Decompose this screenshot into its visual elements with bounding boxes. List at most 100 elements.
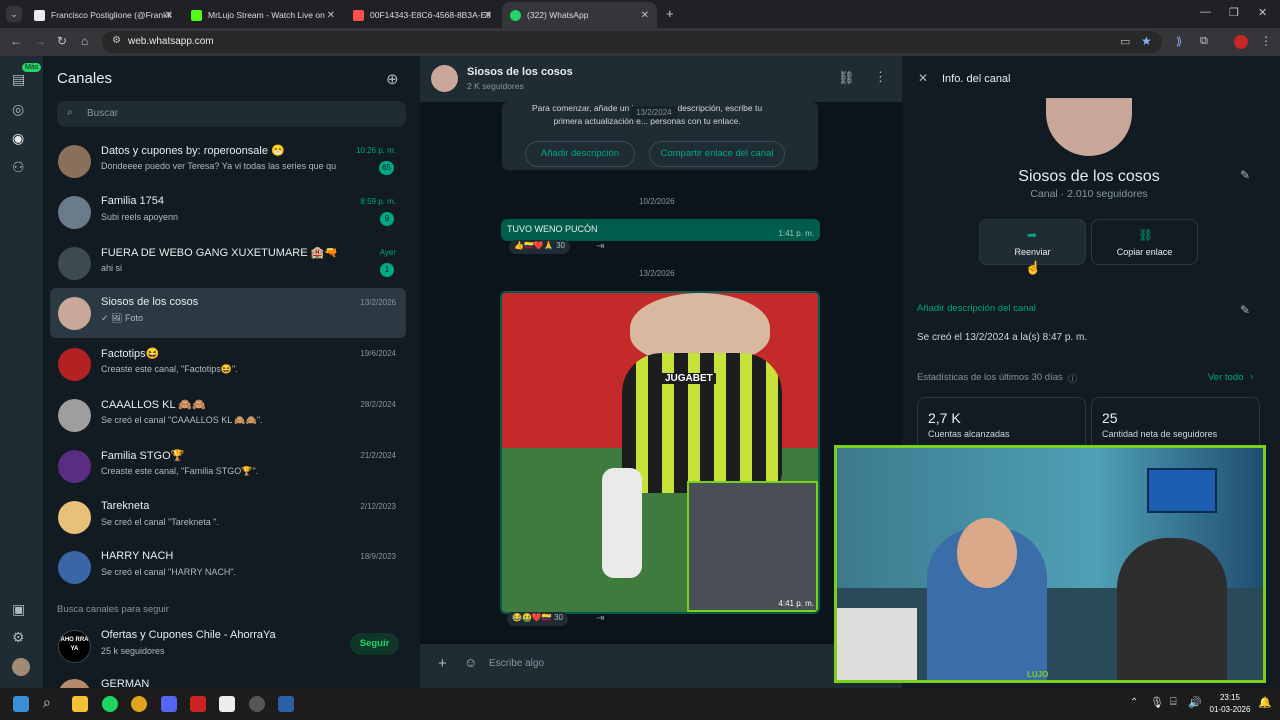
follow-button[interactable]: Seguir — [350, 633, 399, 655]
add-description-link[interactable]: Añadir descripción del canal — [917, 303, 1036, 314]
share-link-button[interactable]: Compartir enlace del canal — [649, 141, 785, 167]
volume-icon[interactable]: 🔊 — [1188, 696, 1202, 709]
home-icon[interactable]: ⌂ — [81, 34, 88, 48]
minimize-button[interactable]: — — [1200, 6, 1211, 18]
photo-message[interactable]: JUGABET 4:41 p. m. — [500, 291, 820, 614]
profile-avatar[interactable] — [1234, 35, 1248, 49]
network-icon[interactable]: ⌸ — [1170, 696, 1177, 709]
channel-row[interactable]: Datos y cupones by: roperoonsale 😁 Dondee… — [50, 136, 406, 186]
close-icon[interactable]: ✕ — [484, 10, 492, 21]
info-icon[interactable]: ⓘ — [1068, 372, 1077, 385]
channel-row[interactable]: Familia STGO🏆 Creaste este canal, "Famili… — [50, 441, 406, 491]
forward-icon[interactable]: → — [34, 34, 46, 48]
app-icon[interactable] — [278, 696, 294, 712]
forward-icon[interactable]: ⇥ — [596, 241, 604, 252]
channel-name: FUERA DE WEBO GANG XUXETUMARE 🏨🔫 — [101, 246, 339, 259]
site-info-icon[interactable]: ⚙ — [112, 35, 121, 46]
menu-icon[interactable]: ⋮ — [874, 69, 887, 85]
edit-name-icon[interactable]: ✎ — [1240, 168, 1250, 182]
communities-icon[interactable]: ⚇ — [12, 159, 25, 176]
chevron-up-icon[interactable]: ⌃ — [1130, 697, 1138, 708]
close-icon[interactable]: ✕ — [918, 71, 928, 85]
cast-icon[interactable]: ▭ — [1120, 35, 1130, 48]
channel-row[interactable]: Siosos de los cosos ✓ 🖼 Foto 13/2/2026 — [50, 288, 406, 339]
compose-input[interactable]: Escribe algo — [489, 658, 544, 669]
chats-icon[interactable]: ▤ — [12, 71, 25, 88]
unread-badge: 9 — [380, 211, 394, 226]
close-icon[interactable]: ✕ — [165, 10, 173, 21]
extension-icon[interactable]: ⟫ — [1176, 35, 1182, 48]
maximize-button[interactable]: ❐ — [1229, 6, 1239, 19]
channel-row[interactable]: HARRY NACH Se creó el canal "HARRY NACH".… — [50, 542, 406, 592]
close-window-button[interactable]: ✕ — [1258, 6, 1267, 19]
reactions[interactable]: 😂🤮❤️🇨🇴 30 — [507, 612, 568, 626]
puzzle-icon[interactable]: ⧉ — [1200, 35, 1208, 48]
message-bubble[interactable]: TUVO WENO PUCÓN 1:41 p. m. — [501, 219, 820, 241]
close-icon[interactable]: ✕ — [327, 10, 335, 21]
clock-date[interactable]: 01-03-2026 — [1206, 705, 1254, 714]
channel-avatar-large[interactable] — [1046, 98, 1132, 156]
channel-row[interactable]: FUERA DE WEBO GANG XUXETUMARE 🏨🔫 ahi si Ay… — [50, 238, 406, 288]
chrome-icon[interactable] — [131, 696, 147, 712]
edit-description-icon[interactable]: ✎ — [1240, 303, 1250, 317]
channel-row[interactable]: Factotips😆 Creaste este canal, "Factotips… — [50, 339, 406, 389]
channel-followers: 25 k seguidores — [101, 646, 165, 656]
clock-time[interactable]: 23:15 — [1210, 693, 1250, 702]
chat-header[interactable]: Siosos de los cosos 2 K seguidores ⛓ ⋮ — [420, 56, 902, 102]
attach-plus-icon[interactable]: + — [438, 655, 447, 672]
notification-icon[interactable]: 🔔 — [1258, 696, 1272, 709]
new-tab-button[interactable]: + — [666, 6, 674, 21]
status-icon[interactable]: ◎ — [12, 101, 24, 118]
close-icon[interactable]: ✕ — [641, 10, 649, 21]
forward-button[interactable]: ➦ Reenviar — [979, 219, 1086, 265]
channel-time: 8:59 p. m. — [360, 196, 396, 206]
url-field[interactable]: web.whatsapp.com — [102, 31, 1162, 53]
channel-last-message: Dondeeee puedo ver Teresa? Ya vi todas l… — [101, 161, 336, 171]
spotify-icon[interactable] — [102, 696, 118, 712]
back-icon[interactable]: ← — [10, 34, 22, 48]
channel-time: 18/9/2023 — [360, 552, 396, 562]
tab-title: (322) WhatsApp — [527, 10, 589, 20]
reactions[interactable]: 👍🇨🇴❤️🙏 30 — [509, 240, 570, 254]
search-box[interactable]: ⌕ Buscar — [57, 101, 406, 127]
new-channel-icon[interactable]: ⊕ — [386, 70, 399, 88]
channels-icon[interactable]: ◉ — [12, 130, 24, 147]
app-icon[interactable] — [219, 696, 235, 712]
tab-whatsapp[interactable]: (322) WhatsApp ✕ — [502, 2, 657, 28]
file-explorer-icon[interactable] — [72, 696, 88, 712]
settings-icon[interactable]: ⚙ — [12, 629, 25, 646]
reload-icon[interactable]: ↻ — [57, 34, 67, 48]
webcam-person-2 — [1117, 538, 1227, 680]
add-description-button[interactable]: Añadir descripción — [525, 141, 635, 167]
bookmark-star-icon[interactable]: ★ — [1141, 34, 1152, 48]
discord-icon[interactable] — [161, 696, 177, 712]
mic-icon[interactable]: 🎙 — [1150, 696, 1164, 709]
forward-icon[interactable]: ⇥ — [596, 613, 604, 624]
reaction-count: 30 — [554, 613, 563, 622]
windows-start-icon[interactable] — [13, 696, 29, 712]
tab-3[interactable]: 00F14343-E8C6-4568-8B3A-E8 ✕ — [345, 2, 500, 28]
channel-name: GERMAN — [101, 678, 150, 688]
channel-row[interactable]: CAAALLOS KL 🙈🙈 Se creó el canal "CAAALLOS… — [50, 390, 406, 440]
copy-link-button[interactable]: ⛓ Copiar enlace — [1091, 219, 1198, 265]
channel-row[interactable]: Familia 1754 Subi reels apoyenn 8:59 p. m.… — [50, 187, 406, 237]
user-avatar[interactable] — [12, 658, 30, 676]
link-icon[interactable]: ⛓ — [838, 70, 855, 86]
obs-icon[interactable] — [249, 696, 265, 712]
tab-search-icon[interactable]: ⌄ — [6, 6, 22, 22]
search-icon[interactable]: ⌕ — [43, 694, 51, 711]
media-icon[interactable]: ▣ — [12, 601, 25, 618]
channel-last-message: Se creó el canal "CAAALLOS KL 🙈🙈". — [101, 415, 263, 425]
sticker-icon[interactable]: ☺ — [464, 655, 477, 670]
app-icon[interactable] — [190, 696, 206, 712]
channel-row[interactable]: Tarekneta Se creó el canal "Tarekneta ". 2… — [50, 492, 406, 542]
channel-avatar[interactable] — [431, 65, 458, 92]
see-all-link[interactable]: Ver todo — [1208, 372, 1243, 383]
discover-item[interactable]: GERMAN — [50, 670, 406, 688]
menu-icon[interactable]: ⋮ — [1260, 34, 1272, 48]
tab-2[interactable]: MrLujo Stream - Watch Live on ✕ — [183, 2, 343, 28]
tab-1[interactable]: Francisco Postiglione (@Frankk ✕ — [26, 2, 181, 28]
discover-item[interactable]: AHO RRA YA Ofertas y Cupones Chile - Aho… — [50, 621, 406, 671]
photo[interactable]: JUGABET — [502, 293, 818, 612]
channel-avatar — [58, 449, 91, 483]
